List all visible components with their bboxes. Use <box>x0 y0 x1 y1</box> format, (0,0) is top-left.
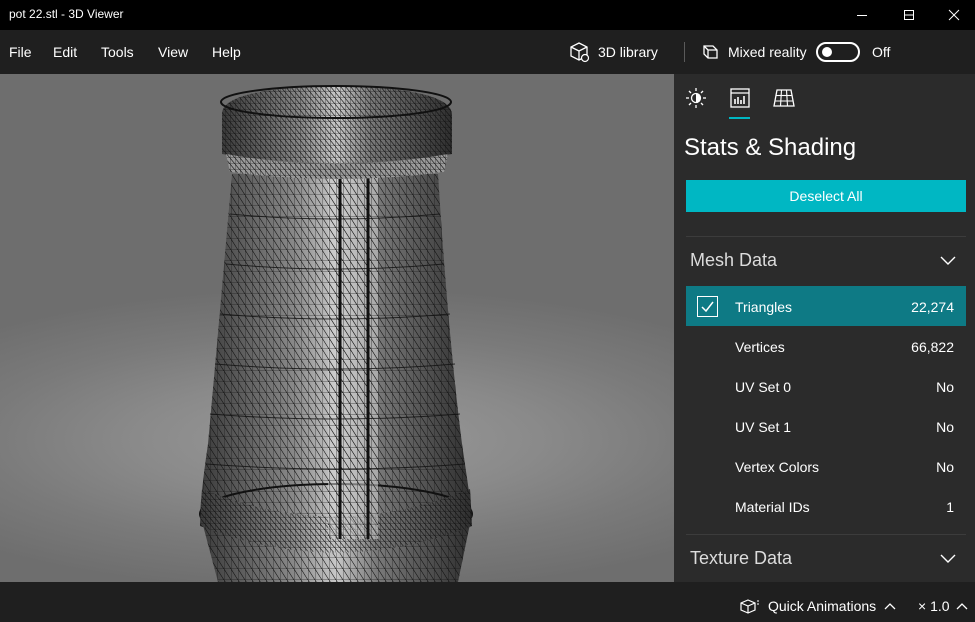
mixed-reality-icon <box>703 45 718 59</box>
chevron-up-icon <box>884 603 896 610</box>
menu-help[interactable]: Help <box>212 44 241 60</box>
chevron-up-icon <box>956 603 967 610</box>
row-value: No <box>936 459 954 475</box>
section-divider <box>686 236 966 237</box>
mesh-row-material-ids[interactable]: Material IDs 1 <box>686 486 966 526</box>
toggle-knob <box>822 47 832 57</box>
menu-view[interactable]: View <box>158 44 188 60</box>
mesh-row-vertex-colors[interactable]: Vertex Colors No <box>686 446 966 486</box>
3d-library-label: 3D library <box>598 44 658 60</box>
stats-tab-chart-icon[interactable] <box>728 86 752 110</box>
cube-icon <box>570 42 590 63</box>
row-name: UV Set 0 <box>735 379 792 395</box>
close-button[interactable] <box>931 0 975 30</box>
texture-data-header[interactable]: Texture Data <box>686 540 966 576</box>
mesh-row-uv-set-1[interactable]: UV Set 1 No <box>686 406 966 446</box>
mesh-row-uv-set-0[interactable]: UV Set 0 No <box>686 366 966 406</box>
grid-tab-grid-icon[interactable] <box>772 86 796 110</box>
mesh-data-header[interactable]: Mesh Data <box>686 242 966 278</box>
row-value: No <box>936 379 954 395</box>
lighting-tab-sun-icon[interactable] <box>684 86 708 110</box>
status-bar: Quick Animations × 1.0 <box>0 582 975 622</box>
mixed-reality-label: Mixed reality <box>728 44 807 60</box>
quick-animations-label: Quick Animations <box>768 598 877 614</box>
section-divider <box>686 534 966 535</box>
mixed-reality-toggle[interactable] <box>816 42 860 62</box>
title-bar: pot 22.stl - 3D Viewer <box>0 0 975 30</box>
row-name: Vertices <box>735 339 785 355</box>
window-title: pot 22.stl - 3D Viewer <box>9 7 124 21</box>
active-tab-indicator <box>729 117 750 119</box>
menu-bar: File Edit Tools View Help 3D library Mix… <box>0 30 975 74</box>
triangles-checkbox[interactable] <box>697 296 718 317</box>
animation-icon <box>740 599 759 614</box>
row-value: 22,274 <box>911 299 954 315</box>
minimize-button[interactable] <box>839 0 885 30</box>
chevron-down-icon <box>940 256 956 265</box>
menu-edit[interactable]: Edit <box>53 44 77 60</box>
3d-library-button[interactable]: 3D library <box>568 40 658 64</box>
deselect-all-button[interactable]: Deselect All <box>686 180 966 212</box>
speed-label: × 1.0 <box>918 598 950 614</box>
menu-tools[interactable]: Tools <box>101 44 134 60</box>
texture-data-label: Texture Data <box>690 548 793 568</box>
toolbar-divider <box>684 42 685 62</box>
mixed-reality-state: Off <box>872 44 891 60</box>
close-icon <box>948 9 960 21</box>
speed-selector[interactable]: × 1.0 <box>918 598 968 614</box>
checkmark-icon <box>701 301 714 313</box>
row-name: UV Set 1 <box>735 419 792 435</box>
mesh-row-vertices[interactable]: Vertices 66,822 <box>686 326 966 366</box>
row-name: Material IDs <box>735 499 810 515</box>
row-name: Triangles <box>735 299 793 315</box>
row-value: 66,822 <box>911 339 954 355</box>
menu-file[interactable]: File <box>9 44 32 60</box>
mesh-row-triangles[interactable]: Triangles 22,274 <box>686 286 966 326</box>
row-value: 1 <box>946 499 954 515</box>
maximize-icon <box>904 10 914 20</box>
3d-viewport[interactable] <box>0 74 674 582</box>
mixed-reality-button[interactable]: Mixed reality <box>700 40 807 64</box>
maximize-button[interactable] <box>886 0 932 30</box>
row-value: No <box>936 419 954 435</box>
panel-title: Stats & Shading <box>684 134 857 161</box>
pot-wireframe-model <box>199 85 473 582</box>
row-name: Vertex Colors <box>735 459 820 475</box>
quick-animations-button[interactable]: Quick Animations <box>740 598 896 614</box>
mesh-data-label: Mesh Data <box>690 250 778 270</box>
chevron-down-icon <box>940 554 956 563</box>
minimize-icon <box>857 15 867 16</box>
